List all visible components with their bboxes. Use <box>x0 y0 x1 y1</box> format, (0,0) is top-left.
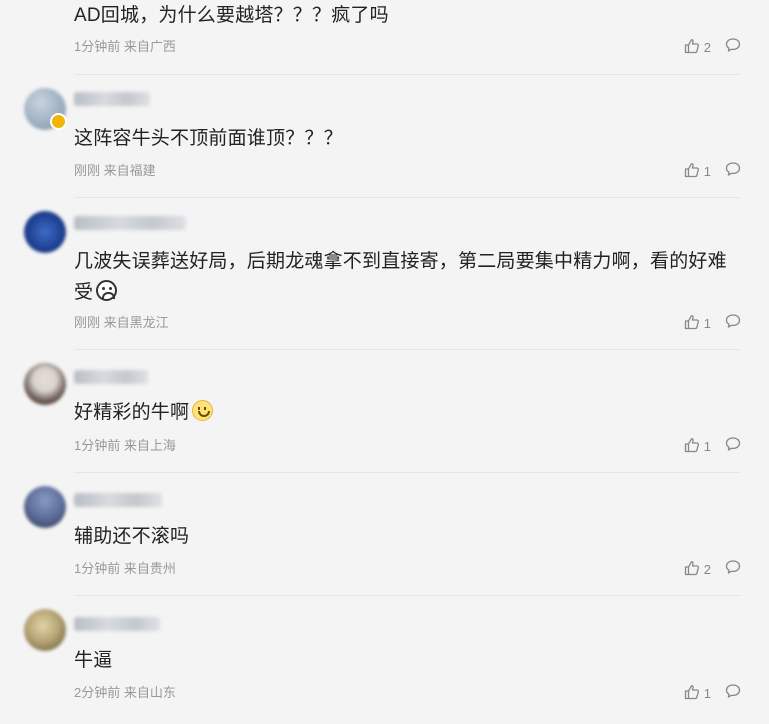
thumbs-up-icon <box>684 437 700 456</box>
avatar[interactable] <box>24 486 66 528</box>
divider <box>74 349 741 350</box>
like-count: 2 <box>703 561 711 577</box>
like-button[interactable]: 1 <box>684 437 711 456</box>
like-count: 1 <box>703 438 711 454</box>
comment-actions: 1 <box>684 683 741 704</box>
comment-text: 牛逼 <box>74 650 113 671</box>
like-count: 1 <box>703 685 711 701</box>
comment-text: AD回城，为什么要越塔？？？疯了吗 <box>74 5 389 26</box>
speech-bubble-icon <box>725 436 741 457</box>
thumbs-up-icon <box>684 684 700 703</box>
like-count: 2 <box>703 39 711 55</box>
username[interactable] <box>74 617 160 631</box>
like-button[interactable]: 2 <box>684 560 711 579</box>
comment-meta: 刚刚 来自黑龙江 <box>74 315 169 331</box>
comment-time: 刚刚 <box>74 315 101 330</box>
thumbs-up-icon <box>684 162 700 181</box>
comment-text: 这阵容牛头不顶前面谁顶？？？ <box>74 128 343 149</box>
avatar[interactable] <box>24 363 66 405</box>
reply-button[interactable] <box>725 683 741 704</box>
verified-badge-icon <box>50 113 67 130</box>
speech-bubble-icon <box>725 313 741 334</box>
comment-time: 1分钟前 <box>74 438 121 453</box>
divider <box>74 197 741 198</box>
like-button[interactable]: 1 <box>684 314 711 333</box>
comment-meta: 1分钟前 来自上海 <box>74 438 176 454</box>
comment-text: 辅助还不滚吗 <box>74 526 190 547</box>
comment-text: 好精彩的牛啊 <box>74 397 741 428</box>
thumbs-up-icon <box>684 38 700 57</box>
reply-button[interactable] <box>725 313 741 334</box>
comment-text-content: 好精彩的牛啊 <box>74 402 190 423</box>
speech-bubble-icon <box>725 683 741 704</box>
smile-face-icon <box>192 400 214 421</box>
comment-meta: 2分钟前 来自山东 <box>74 685 176 701</box>
comment-time: 1分钟前 <box>74 561 121 576</box>
username[interactable] <box>74 493 162 507</box>
divider <box>74 595 741 596</box>
comment-location: 来自贵州 <box>123 561 176 576</box>
comment-actions: 1 <box>684 436 741 457</box>
comment-list: AD回城，为什么要越塔？？？疯了吗 1分钟前 来自广西 2 这阵容牛头不顶前面谁 <box>0 0 769 724</box>
like-button[interactable]: 1 <box>684 162 711 181</box>
comment-location: 来自上海 <box>123 438 176 453</box>
comment-actions: 1 <box>684 161 741 182</box>
thumbs-up-icon <box>684 314 700 333</box>
username[interactable] <box>74 370 148 384</box>
avatar[interactable] <box>24 609 66 651</box>
like-button[interactable]: 1 <box>684 684 711 703</box>
thumbs-up-icon <box>684 560 700 579</box>
comment-location: 来自山东 <box>123 685 176 700</box>
speech-bubble-icon <box>725 559 741 580</box>
username[interactable] <box>74 216 186 230</box>
like-count: 1 <box>703 163 711 179</box>
comment-location: 来自广西 <box>123 39 176 54</box>
comment-location: 来自黑龙江 <box>103 315 169 330</box>
divider <box>74 74 741 75</box>
reply-button[interactable] <box>725 161 741 182</box>
comment-actions: 2 <box>684 559 741 580</box>
comment-time: 刚刚 <box>74 163 101 178</box>
reply-button[interactable] <box>725 37 741 58</box>
reply-button[interactable] <box>725 436 741 457</box>
comment-meta: 刚刚 来自福建 <box>74 163 156 179</box>
comment-time: 1分钟前 <box>74 39 121 54</box>
reply-button[interactable] <box>725 559 741 580</box>
like-button[interactable]: 2 <box>684 38 711 57</box>
comment-meta: 1分钟前 来自广西 <box>74 39 176 55</box>
divider <box>74 472 741 473</box>
comment-meta: 1分钟前 来自贵州 <box>74 561 176 577</box>
comment-text: 几波失误葬送好局，后期龙魂拿不到直接寄，第二局要集中精力啊，看的好难受 <box>74 246 741 308</box>
sad-face-icon <box>96 280 118 301</box>
comment-time: 2分钟前 <box>74 685 121 700</box>
like-count: 1 <box>703 315 711 331</box>
avatar[interactable] <box>24 211 66 253</box>
comment-location: 来自福建 <box>103 163 156 178</box>
comment-text-content: 几波失误葬送好局，后期龙魂拿不到直接寄，第二局要集中精力啊，看的好难受 <box>74 251 727 303</box>
comment-actions: 1 <box>684 313 741 334</box>
speech-bubble-icon <box>725 37 741 58</box>
speech-bubble-icon <box>725 161 741 182</box>
username[interactable] <box>74 92 150 106</box>
comment-actions: 2 <box>684 37 741 58</box>
